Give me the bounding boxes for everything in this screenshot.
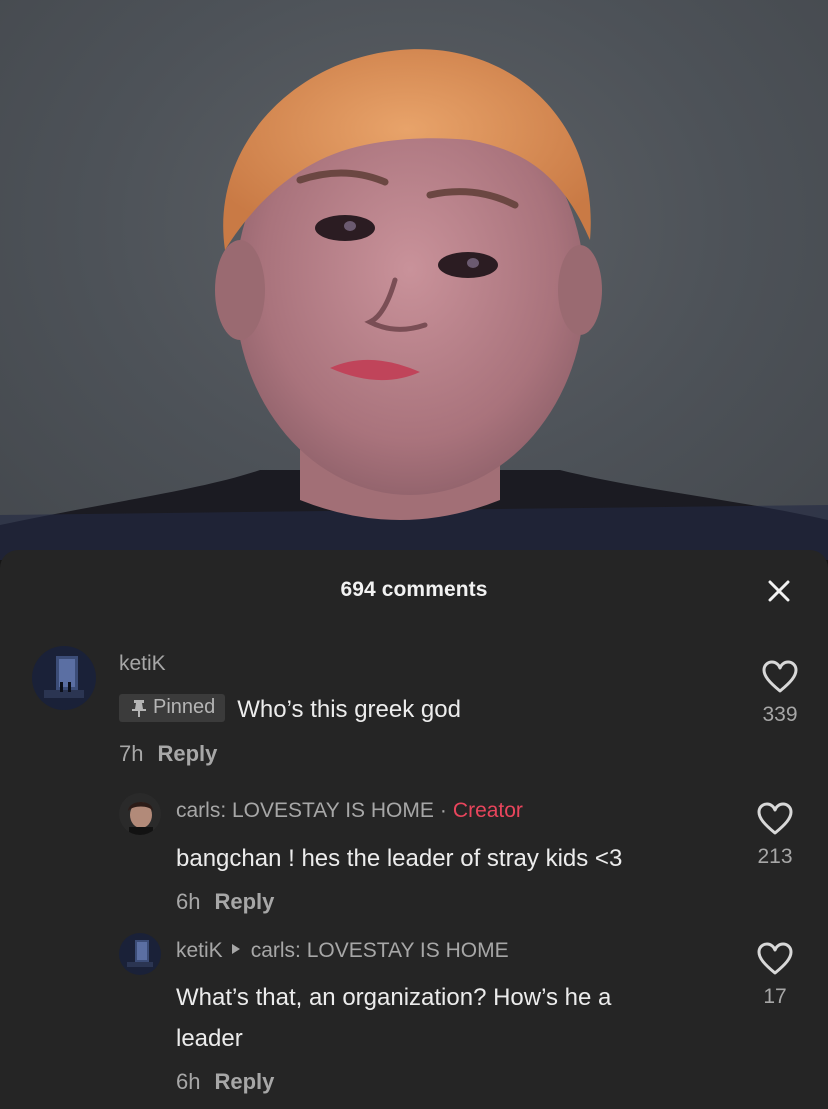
separator: ·	[439, 799, 447, 822]
comments-sheet: 694 comments ketiK Pinned Who’s this gre…	[0, 550, 828, 1109]
comment-username-line: ketiK carls: LOVESTAY IS HOME	[176, 939, 509, 963]
avatar[interactable]	[32, 646, 96, 710]
comment-time: 6h	[176, 889, 201, 914]
comment-meta: 7h Reply	[119, 741, 217, 767]
pinned-badge: Pinned	[119, 693, 226, 722]
reply-button[interactable]: Reply	[214, 1069, 274, 1094]
caret-right-icon	[231, 944, 240, 955]
creator-badge: Creator	[452, 799, 523, 822]
like-button[interactable]: 339	[750, 660, 810, 727]
video-frame[interactable]	[0, 0, 828, 560]
heart-outline-icon	[762, 660, 798, 693]
close-button[interactable]	[762, 576, 796, 606]
reply-button[interactable]: Reply	[214, 889, 274, 914]
comment-username[interactable]: carls: LOVESTAY IS HOME	[176, 799, 434, 822]
heart-outline-icon	[757, 802, 793, 835]
comment-time: 6h	[176, 1069, 201, 1094]
video-frame-figure	[0, 49, 828, 560]
avatar[interactable]	[119, 793, 161, 835]
comment-text-continued: leader	[176, 1025, 243, 1052]
like-count: 213	[757, 845, 793, 868]
like-button[interactable]: 213	[745, 802, 805, 869]
like-count: 339	[762, 703, 798, 726]
comment-meta: 6h Reply	[176, 889, 274, 915]
pin-icon	[132, 699, 146, 717]
comment-username-line: carls: LOVESTAY IS HOME · Creator	[176, 799, 523, 823]
comments-count-title: 694 comments	[340, 578, 488, 601]
heart-outline-icon	[757, 942, 793, 975]
reply-to-username[interactable]: carls: LOVESTAY IS HOME	[251, 939, 509, 962]
comment-username[interactable]: ketiK	[176, 939, 223, 962]
pinned-label: Pinned	[153, 696, 216, 719]
comment-text: Who’s this greek god	[237, 696, 461, 723]
comment-text: What’s that, an organization? How’s he a	[176, 984, 612, 1011]
comment-text: bangchan ! hes the leader of stray kids …	[176, 845, 623, 872]
like-button[interactable]: 17	[745, 942, 805, 1009]
comment-username[interactable]: ketiK	[119, 652, 166, 676]
avatar[interactable]	[119, 933, 161, 975]
reply-button[interactable]: Reply	[157, 741, 217, 766]
comment-meta: 6h Reply	[176, 1069, 274, 1095]
close-icon	[768, 580, 790, 602]
comment-body: Pinned Who’s this greek god	[119, 689, 461, 730]
like-count: 17	[763, 985, 787, 1008]
comment-time: 7h	[119, 741, 144, 766]
